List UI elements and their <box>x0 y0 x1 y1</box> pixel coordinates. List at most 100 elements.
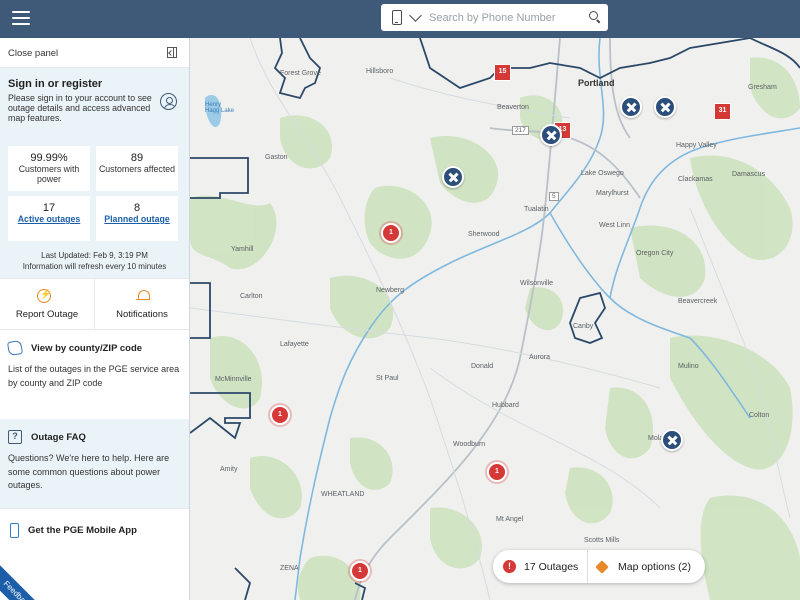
active-outages-value: 17 <box>42 202 56 214</box>
mobile-app-section[interactable]: Get the PGE Mobile App <box>0 508 189 558</box>
repair-crew-icon[interactable] <box>661 429 683 451</box>
mobile-app-link[interactable]: Get the PGE Mobile App <box>8 523 181 538</box>
place-label: Aurora <box>529 354 551 361</box>
close-panel-label[interactable]: Close panel <box>8 48 58 59</box>
last-updated-text: Last Updated: Feb 9, 3:19 PM <box>41 251 148 260</box>
outage-faq-title[interactable]: Outage FAQ <box>31 432 86 443</box>
outage-faq-link[interactable]: ? Outage FAQ <box>8 430 181 444</box>
place-label: Gresham <box>748 84 777 91</box>
customers-affected-value: 89 <box>130 152 144 164</box>
report-outage-button[interactable]: Report Outage <box>0 279 94 329</box>
outage-faq-description: Questions? We're here to help. Here are … <box>8 453 170 490</box>
county-zip-title[interactable]: View by county/ZIP code <box>31 343 142 354</box>
repair-crew-icon[interactable] <box>654 96 676 118</box>
place-label: Colton <box>749 412 770 419</box>
place-label: Amity <box>220 466 238 473</box>
user-icon[interactable] <box>160 93 177 110</box>
hamburger-menu-icon[interactable] <box>12 11 30 25</box>
phone-search-input[interactable] <box>429 8 579 27</box>
customers-affected-card: 89 Customers affected <box>96 146 178 191</box>
place-label: Hillsboro <box>366 68 394 75</box>
sign-in-title[interactable]: Sign in or register <box>8 78 181 90</box>
customers-with-power-value: 99.99% <box>30 152 68 164</box>
place-label: Lake Oswego <box>581 170 624 177</box>
county-zip-link[interactable]: View by county/ZIP code <box>6 339 181 357</box>
customers-with-power-card: 99.99% Customers with power <box>8 146 90 191</box>
place-label: St Paul <box>376 375 399 382</box>
outage-square-marker[interactable]: 31 <box>714 103 731 120</box>
place-label: Marylhurst <box>596 190 629 197</box>
planned-outage-value: 8 <box>133 202 141 214</box>
layers-icon <box>595 559 609 574</box>
notifications-button[interactable]: Notifications <box>94 279 189 329</box>
outage-map[interactable]: Forest Grove Hillsboro Portland Gresham Beav… <box>190 38 800 600</box>
active-outages-card[interactable]: 17 Active outages <box>8 196 90 241</box>
place-label: Hubbard <box>492 402 519 409</box>
phone-icon[interactable] <box>392 10 402 25</box>
phone-search-box <box>381 4 608 31</box>
place-label: West Linn <box>599 222 630 229</box>
place-label: Carlton <box>240 293 263 300</box>
bell-icon <box>136 289 150 302</box>
feedback-tab[interactable]: Feedback <box>0 560 52 600</box>
mobile-phone-icon <box>10 523 19 538</box>
outage-cluster-marker[interactable]: 1 <box>270 405 290 425</box>
search-icon[interactable] <box>589 11 598 20</box>
notifications-label: Notifications <box>116 309 168 320</box>
outage-cluster-marker[interactable]: 1 <box>381 223 401 243</box>
place-label: Woodburn <box>453 441 486 448</box>
place-label: Yamhill <box>231 246 254 253</box>
outage-faq-section[interactable]: ? Outage FAQ Questions? We're here to he… <box>0 419 189 508</box>
repair-crew-icon[interactable] <box>442 166 464 188</box>
place-label: Newberg <box>376 287 405 294</box>
place-label: McMinnville <box>215 376 252 383</box>
top-bar <box>0 0 800 38</box>
sign-in-section[interactable]: Sign in or register Please sign in to yo… <box>0 68 189 136</box>
place-label: Sherwood <box>468 231 500 238</box>
outage-stats: 99.99% Customers with power 89 Customers… <box>0 136 189 278</box>
outage-cluster-marker[interactable]: 1 <box>350 561 370 581</box>
place-label: Scotts Mills <box>584 537 620 544</box>
outages-list-button[interactable]: ! 17 Outages <box>503 550 588 583</box>
repair-crew-icon[interactable] <box>620 96 642 118</box>
place-label: Gaston <box>265 154 288 161</box>
chevron-down-icon[interactable] <box>409 9 422 22</box>
last-updated-note: Last Updated: Feb 9, 3:19 PM Information… <box>8 250 181 272</box>
county-zip-description: List of the outages in the PGE service a… <box>8 364 180 388</box>
lightning-bolt-icon <box>37 289 51 303</box>
repair-crew-icon[interactable] <box>540 124 562 146</box>
place-label: Donald <box>471 363 494 370</box>
place-label: Canby <box>573 323 594 330</box>
place-label: Mt Angel <box>496 516 524 523</box>
outages-count-label: 17 Outages <box>524 560 579 573</box>
close-panel-row[interactable]: Close panel <box>0 38 189 68</box>
place-label: Mulino <box>678 363 699 370</box>
report-outage-label: Report Outage <box>15 309 79 320</box>
place-label: ZENA <box>280 565 299 572</box>
route-shield-5: 5 <box>549 192 559 201</box>
alert-icon: ! <box>503 560 516 573</box>
outage-cluster-marker[interactable]: 1 <box>487 462 507 482</box>
place-label: Wilsonville <box>520 280 554 287</box>
map-options-button[interactable]: Map options (2) <box>595 550 691 583</box>
place-label: Beavercreek <box>678 298 718 305</box>
side-panel: Close panel Sign in or register Please s… <box>0 38 190 600</box>
planned-outage-card[interactable]: 8 Planned outage <box>96 196 178 241</box>
place-label: Damascus <box>732 171 766 178</box>
collapse-panel-icon[interactable] <box>167 47 177 58</box>
refresh-note: Information will refresh every 10 minute… <box>22 262 167 271</box>
active-outages-link[interactable]: Active outages <box>8 214 90 225</box>
place-label: Beaverton <box>497 104 529 111</box>
outage-square-marker[interactable]: 15 <box>494 64 511 81</box>
place-label: Oregon City <box>636 250 674 257</box>
customers-affected-label: Customers affected <box>98 164 176 174</box>
map-icon <box>6 339 24 357</box>
place-label: Tualatin <box>524 206 549 213</box>
county-zip-section[interactable]: View by county/ZIP code List of the outa… <box>0 330 189 419</box>
customers-with-power-label: Customers with power <box>18 164 80 184</box>
place-label: Lafayette <box>280 341 309 348</box>
sign-in-description: Please sign in to your account to see ou… <box>8 93 152 123</box>
place-label: Portland <box>578 78 615 88</box>
mobile-app-title[interactable]: Get the PGE Mobile App <box>28 525 137 536</box>
planned-outage-link[interactable]: Planned outage <box>96 214 178 225</box>
